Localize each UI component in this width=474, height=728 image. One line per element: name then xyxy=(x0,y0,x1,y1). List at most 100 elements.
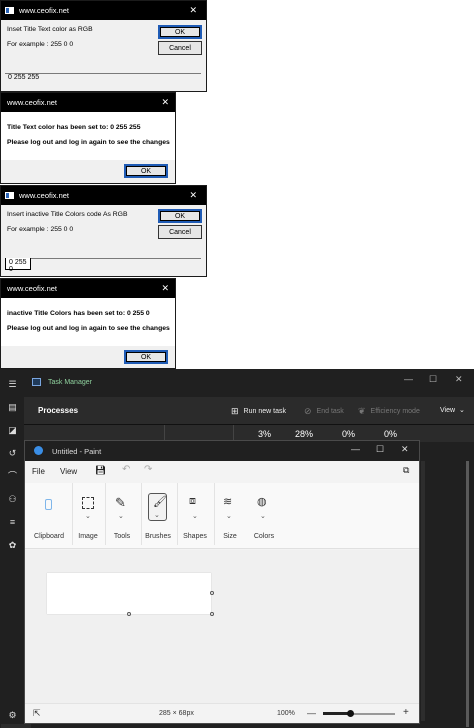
canvas-size-text: 285 × 68px xyxy=(159,710,194,717)
separator xyxy=(5,258,201,259)
run-task-icon: ⊞ xyxy=(231,406,239,416)
group-separator xyxy=(105,483,106,545)
rgb-input[interactable]: 0 255 255 xyxy=(5,73,201,85)
minimize-icon[interactable]: — xyxy=(404,374,413,384)
selection-icon[interactable] xyxy=(82,497,94,509)
resize-handle-bottom[interactable] xyxy=(127,612,131,616)
maximize-icon[interactable]: ☐ xyxy=(429,374,437,385)
paint-window: Untitled - Paint — ☐ ✕ File View 💾︎ ↶ ↷ … xyxy=(24,440,420,724)
network-usage[interactable]: 0% xyxy=(384,429,397,439)
shapes-label: Shapes xyxy=(183,533,207,540)
close-icon[interactable]: ✕ xyxy=(161,283,169,294)
cancel-button[interactable]: Cancel xyxy=(158,225,202,239)
undo-icon[interactable]: ↶ xyxy=(122,464,130,475)
example-text: For example : 255 0 0 xyxy=(7,226,74,233)
ok-button[interactable]: OK xyxy=(124,350,168,364)
clipboard-label: Clipboard xyxy=(34,533,64,540)
brushes-label: Brushes xyxy=(145,533,171,540)
resize-handle-corner[interactable] xyxy=(210,612,214,616)
services-icon[interactable]: ✿ xyxy=(7,540,18,550)
close-icon[interactable]: ✕ xyxy=(189,190,197,201)
zoom-in-icon[interactable]: + xyxy=(403,707,409,718)
tm-sidebar: ☰ ▤ ◪ ↺ ⌒ ⚇ ≡ ✿ ⚙ xyxy=(0,369,24,728)
tm-scroll-thumb[interactable] xyxy=(466,461,469,727)
paint-titlebar: Untitled - Paint — ☐ ✕ xyxy=(25,441,419,461)
logout-message: Please log out and log in again to see t… xyxy=(7,139,170,146)
chevron-down-icon[interactable]: ⌄ xyxy=(260,512,266,520)
run-new-task-button[interactable]: ⊞ Run new task xyxy=(231,406,286,417)
example-text: For example : 255 0 0 xyxy=(7,41,74,48)
chevron-down-icon: ⌄ xyxy=(459,407,465,414)
ok-button[interactable]: OK xyxy=(158,209,202,223)
startup-apps-icon[interactable]: ⌒ xyxy=(7,471,18,481)
colors-label: Colors xyxy=(253,533,275,540)
chevron-down-icon[interactable]: ⌄ xyxy=(118,512,124,520)
minimize-icon[interactable]: — xyxy=(351,444,360,454)
cancel-button[interactable]: Cancel xyxy=(158,41,202,55)
tm-command-bar: Processes ⊞ Run new task ⊘ End task ❦ Effic… xyxy=(24,397,474,425)
redo-icon[interactable]: ↷ xyxy=(144,464,152,475)
dialog-titlebar: www.ceofix.net ✕ xyxy=(1,279,175,298)
palette-icon[interactable]: ◍ xyxy=(257,495,267,508)
cpu-usage[interactable]: 3% xyxy=(258,429,271,439)
prompt-text: Insert inactive Title Colors code As RGB xyxy=(7,211,128,218)
details-icon[interactable]: ≡ xyxy=(7,517,18,527)
efficiency-mode-button[interactable]: ❦ Efficiency mode xyxy=(358,406,420,417)
end-task-label: End task xyxy=(316,408,344,415)
settings-icon[interactable]: ⚙ xyxy=(7,710,18,720)
hamburger-menu-icon[interactable]: ☰ xyxy=(7,379,18,389)
end-task-button[interactable]: ⊘ End task xyxy=(304,406,344,417)
chevron-down-icon: ⌄ xyxy=(154,512,160,519)
maximize-icon[interactable]: ☐ xyxy=(376,444,384,455)
clipboard-icon[interactable] xyxy=(45,499,52,510)
app-history-icon[interactable]: ↺ xyxy=(7,448,18,458)
dialog-title: www.ceofix.net xyxy=(7,98,58,107)
tm-scrollbar[interactable] xyxy=(421,461,425,721)
dialog-inactive-title-set: www.ceofix.net ✕ inactive Title Colors h… xyxy=(0,278,176,369)
zoom-level[interactable]: 100% xyxy=(277,710,295,717)
page-title: Processes xyxy=(38,406,79,415)
task-manager-icon xyxy=(32,378,41,386)
canvas-area[interactable] xyxy=(25,550,419,703)
shapes-icon[interactable]: ⧈ xyxy=(189,495,196,508)
close-icon[interactable]: ✕ xyxy=(401,444,409,455)
drawing-canvas[interactable] xyxy=(47,573,211,614)
dialog-set-inactive-title-color: www.ceofix.net ✕ Insert inactive Title C… xyxy=(0,185,207,277)
close-icon[interactable]: ✕ xyxy=(455,374,463,385)
rgb-input[interactable]: 0 255 0 xyxy=(5,258,31,273)
logout-message: Please log out and log in again to see t… xyxy=(7,325,170,332)
ok-button[interactable]: OK xyxy=(124,164,168,178)
processes-icon[interactable]: ▤ xyxy=(7,402,18,412)
memory-usage[interactable]: 28% xyxy=(295,429,313,439)
chevron-down-icon[interactable]: ⌄ xyxy=(85,512,91,520)
close-icon[interactable]: ✕ xyxy=(161,97,169,108)
leaf-icon: ❦ xyxy=(358,406,366,416)
resize-handle-right[interactable] xyxy=(210,591,214,595)
dialog-title: www.ceofix.net xyxy=(19,191,70,200)
view-button[interactable]: View ⌄ xyxy=(440,406,465,415)
save-icon[interactable]: 💾︎ xyxy=(95,465,106,476)
paint-title: Untitled - Paint xyxy=(52,447,102,456)
paint-menubar: File View 💾︎ ↶ ↷ ⧉ xyxy=(25,461,419,483)
cursor-icon: ⇱ xyxy=(33,708,41,718)
dialog-titlebar: www.ceofix.net ✕ xyxy=(1,1,206,20)
dialog-title: www.ceofix.net xyxy=(7,284,58,293)
performance-icon[interactable]: ◪ xyxy=(7,425,18,435)
ok-button[interactable]: OK xyxy=(158,25,202,39)
zoom-out-icon[interactable]: — xyxy=(307,708,316,718)
view-label: View xyxy=(440,406,456,414)
view-menu[interactable]: View xyxy=(60,467,77,476)
close-icon[interactable]: ✕ xyxy=(189,5,197,16)
tools-icon[interactable]: ✎ xyxy=(115,495,126,511)
share-icon[interactable]: ⧉ xyxy=(403,465,409,476)
chevron-down-icon[interactable]: ⌄ xyxy=(226,512,232,520)
size-icon[interactable]: ≋ xyxy=(223,495,232,508)
end-task-icon: ⊘ xyxy=(304,406,312,416)
zoom-slider-fill xyxy=(323,712,350,715)
prompt-text: Inset Title Text color as RGB xyxy=(7,26,93,33)
file-menu[interactable]: File xyxy=(32,467,45,476)
zoom-slider-thumb[interactable] xyxy=(347,710,354,717)
disk-usage[interactable]: 0% xyxy=(342,429,355,439)
users-icon[interactable]: ⚇ xyxy=(7,494,18,504)
chevron-down-icon[interactable]: ⌄ xyxy=(192,512,198,520)
